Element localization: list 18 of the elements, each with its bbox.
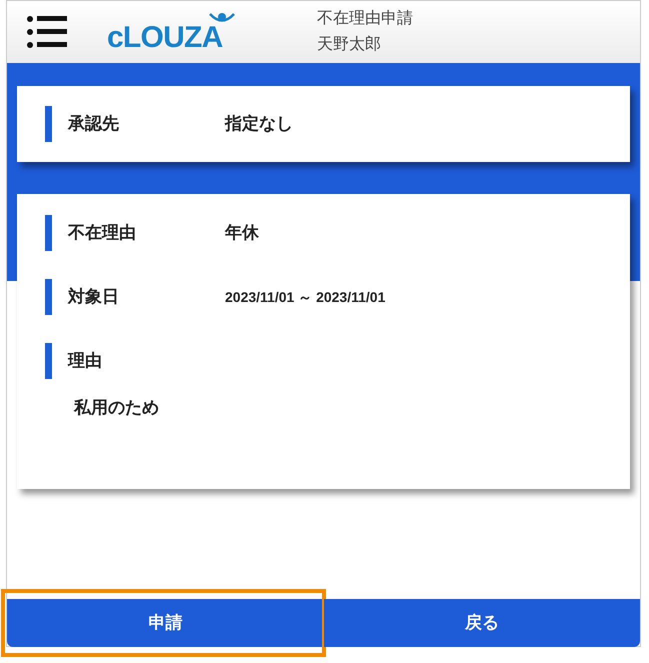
field-value: 2023/11/01 ～ 2023/11/01 bbox=[225, 288, 386, 306]
field-label: 対象日 bbox=[68, 286, 119, 308]
field-label: 不在理由 bbox=[68, 222, 136, 244]
accent-bar bbox=[45, 106, 52, 142]
action-button[interactable]: 申請 bbox=[7, 599, 324, 647]
field-value: 指定なし bbox=[225, 113, 293, 136]
action-button[interactable]: 戻る bbox=[324, 599, 640, 647]
user-name: 天野太郎 bbox=[317, 34, 382, 55]
accent-bar bbox=[45, 279, 52, 315]
accent-bar bbox=[45, 215, 52, 251]
field-label: 理由 bbox=[68, 350, 102, 372]
page-title: 不在理由申請 bbox=[317, 8, 413, 29]
accent-bar bbox=[45, 343, 52, 379]
field-label: 承認先 bbox=[68, 113, 119, 136]
field-value: 年休 bbox=[225, 222, 259, 244]
menu-icon[interactable] bbox=[27, 15, 67, 49]
logo: cLOUZA bbox=[107, 23, 222, 53]
field-value: 私用のため bbox=[72, 397, 160, 419]
